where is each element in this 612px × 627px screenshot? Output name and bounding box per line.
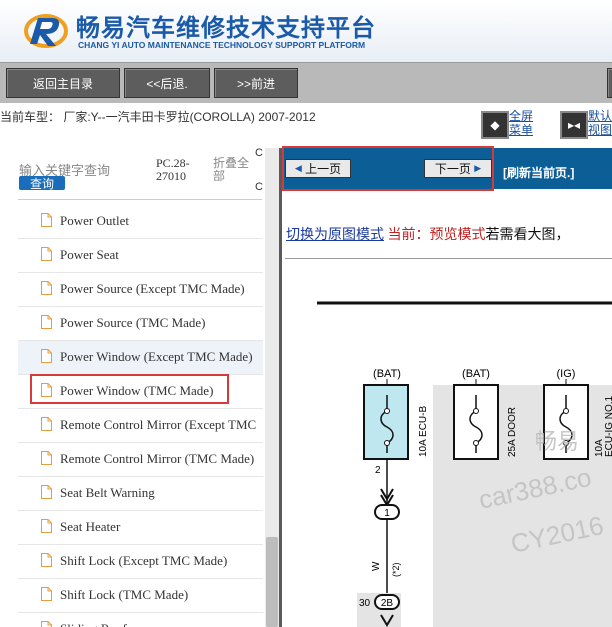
tree-item-label: Shift Lock (TMC Made) [60,587,189,602]
tree-item[interactable]: Remote Control Mirror (Except TMC [18,409,263,443]
toolbar-extra-button[interactable] [607,68,612,98]
document-icon [41,213,52,227]
mode-line: 切换为原图模式 当前：预览模式若需看大图， [286,224,570,244]
c-marker: C [255,147,263,159]
forward-button[interactable]: >>前进 [214,68,298,98]
document-icon [41,315,52,329]
collapse-all-link[interactable]: 折叠全 部 [213,157,249,183]
pc-code: PC.28- 27010 [156,157,196,183]
wiring-diagram: (BAT) (BAT) (IG) 10A ECU-B 25A DOOR 10A … [317,301,612,627]
document-icon [41,553,52,567]
tree-item[interactable]: Sliding Roof [18,613,263,627]
document-icon [41,247,52,261]
selection-highlight-box [30,374,229,404]
tree-scrollbar-thumb[interactable] [266,537,278,627]
pager-highlight-box [282,146,494,191]
fullscreen-menu-link[interactable]: 全屏 菜单 [509,109,533,137]
power-label-bat-2: (BAT) [462,368,490,380]
current-mode-text: 当前：预览模式 [384,228,486,243]
current-vehicle-text: 当前车型： 厂家:Y--一汽丰田卡罗拉(COROLLA) 2007-2012 [0,110,316,124]
brand-logo-icon [24,14,68,48]
main-toolbar: 返回主目录 <<后退. >>前进 [0,62,612,103]
wire-color-label: W [371,561,382,571]
fullscreen-label-1: 全屏 [509,109,534,123]
tree-item-label: Remote Control Mirror (Except TMC [60,417,257,432]
tree-item-label: Seat Belt Warning [60,485,155,500]
back-button[interactable]: <<后退. [124,68,210,98]
tree-item-label: Power Seat [60,247,119,262]
default-label-1: 默认 [588,109,612,123]
document-icon [41,587,52,601]
document-icon [41,519,52,533]
fuse-ecu-b-label: 10A ECU-B [418,406,429,457]
document-icon [41,621,52,627]
tree-item-label: Power Outlet [60,213,129,228]
main-menu-button[interactable]: 返回主目录 [6,68,120,98]
fuse-ecu-b [363,384,409,460]
collapse-line-2: 部 [213,169,226,183]
document-tree: Power Outlet Power Seat Power Source (Exce… [18,205,263,627]
switch-original-mode-link[interactable]: 切换为原图模式 [286,228,384,243]
fullscreen-label-2: 菜单 [509,123,534,137]
document-icon [41,485,52,499]
power-label-bat-1: (BAT) [373,368,401,380]
header-banner: 畅易汽车维修技术支持平台 CHANG YI AUTO MAINTENANCE T… [0,0,612,62]
wire-note-label: (*2) [391,562,401,577]
tree-item-label: Shift Lock (Except TMC Made) [60,553,228,568]
fuse-door-label: 25A DOOR [507,407,518,457]
fuse-ecu-ig-label: ECU-IG NO.1 [604,395,612,457]
document-icon [41,417,52,431]
tree-item[interactable]: Shift Lock (TMC Made) [18,579,263,613]
default-view-icon[interactable]: ▸◂ [560,111,588,139]
connector-2b-label: 2B [381,598,394,609]
tree-item[interactable]: Seat Belt Warning [18,477,263,511]
pin-2-label: 2 [375,465,381,476]
default-label-2: 视图 [588,123,612,137]
document-icon [41,281,52,295]
tree-item-label: Sliding Roof [60,621,127,627]
tree-item[interactable]: Power Window (Except TMC Made) [18,341,263,375]
divider [18,199,262,200]
connector-1-label: 1 [384,508,390,519]
tree-item-label: Seat Heater [60,519,121,534]
tree-item[interactable]: Power Seat [18,239,263,273]
tree-item[interactable]: Remote Control Mirror (TMC Made) [18,443,263,477]
refresh-page-link[interactable]: [刷新当前页.] [503,164,574,181]
tree-item-label: Power Source (TMC Made) [60,315,206,330]
c-marker: C [255,181,263,193]
tree-item-label: Remote Control Mirror (TMC Made) [60,451,255,466]
brand-title: 畅易汽车维修技术支持平台 [76,14,376,42]
query-button[interactable]: 查询 [19,176,65,191]
tree-item-label: Power Source (Except TMC Made) [60,281,245,296]
panel-splitter[interactable] [279,148,282,627]
pc-code-line-2: 27010 [156,169,186,183]
tree-item[interactable]: Power Source (TMC Made) [18,307,263,341]
document-icon [41,451,52,465]
fullscreen-menu-icon[interactable]: ◆ [481,111,509,139]
tree-item[interactable]: Shift Lock (Except TMC Made) [18,545,263,579]
watermark-text-1: 畅易 [535,430,579,455]
tree-item-label: Power Window (Except TMC Made) [60,349,253,364]
tree-item[interactable]: Seat Heater [18,511,263,545]
pin-30-label: 30 [359,598,371,609]
document-icon [41,349,52,363]
tree-item[interactable]: Power Outlet [18,205,263,239]
brand-subtitle: CHANG YI AUTO MAINTENANCE TECHNOLOGY SUP… [78,40,366,50]
power-label-ig: (IG) [557,368,576,380]
mode-hint-text: 若需看大图， [485,228,570,243]
default-view-link[interactable]: 默认 视图 [588,109,612,137]
tree-item[interactable]: Power Source (Except TMC Made) [18,273,263,307]
